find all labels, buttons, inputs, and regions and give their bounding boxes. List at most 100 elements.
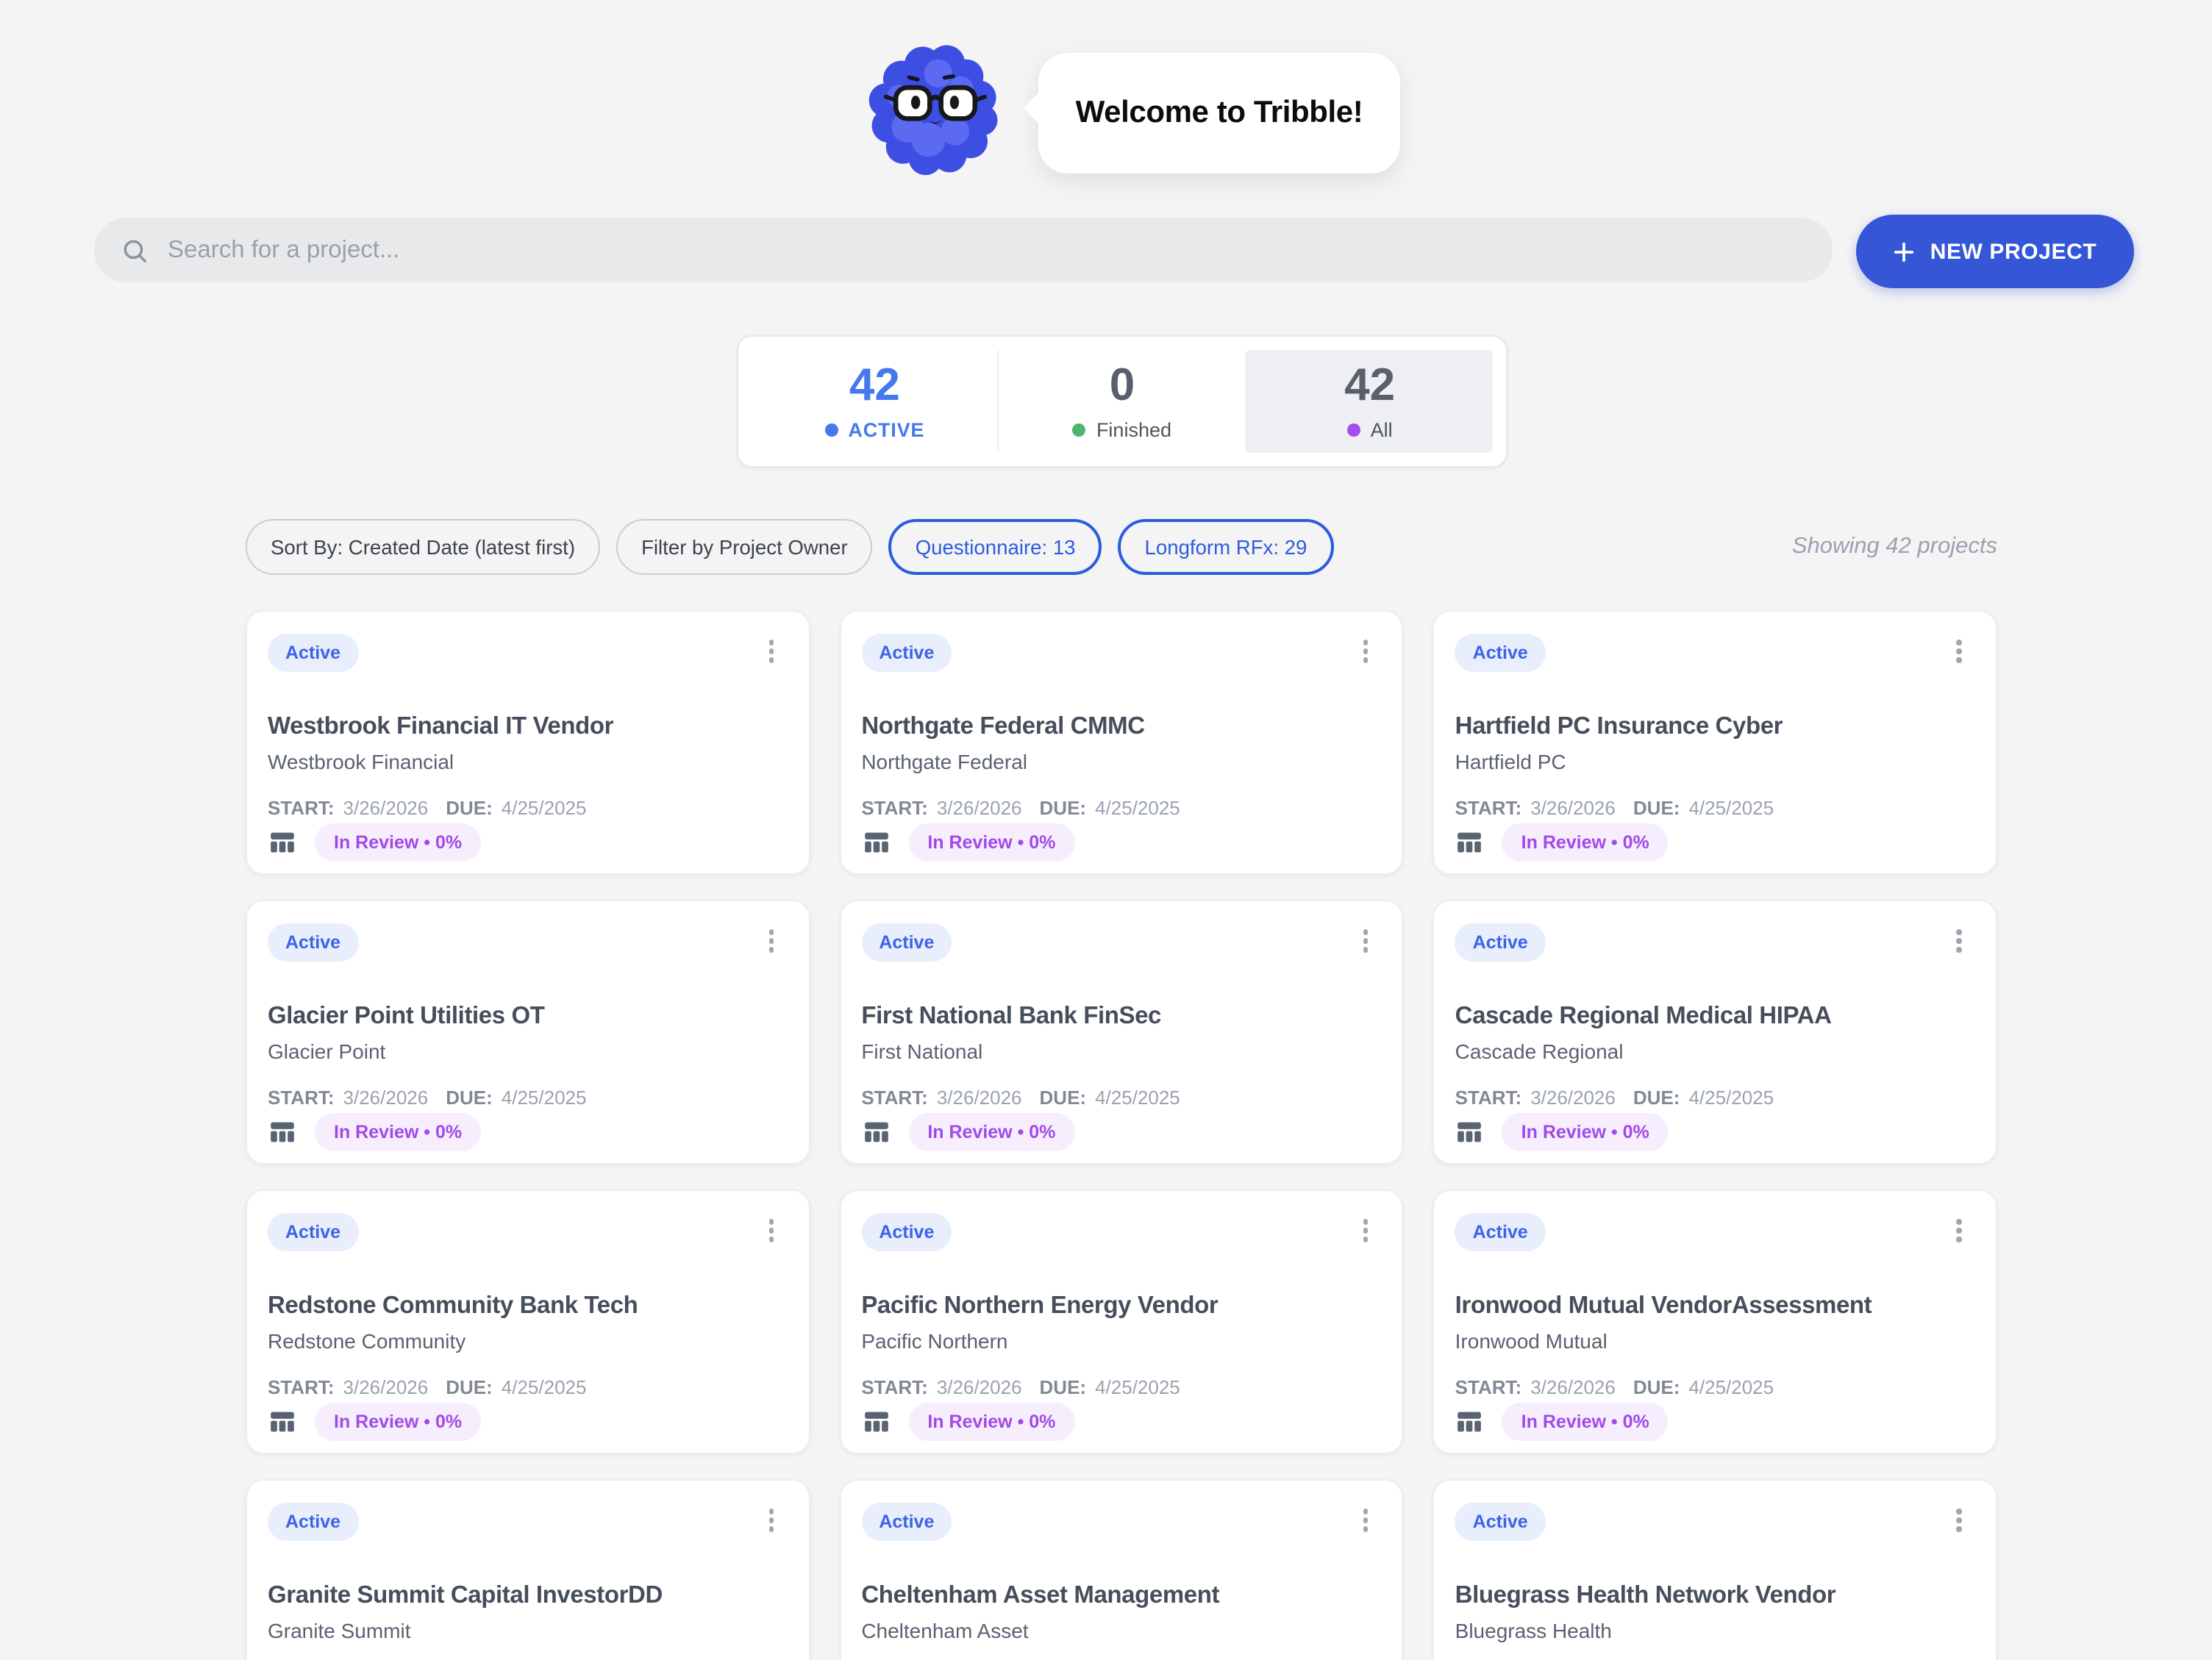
progress-badge: In Review • 0% <box>315 1113 481 1151</box>
table-icon <box>268 1407 297 1437</box>
table-icon <box>1455 1117 1485 1147</box>
project-dates: START: 3/26/2026 DUE: 4/25/2025 <box>861 1376 1381 1398</box>
start-value: 3/26/2026 <box>937 1087 1022 1109</box>
kebab-menu-icon[interactable] <box>1349 1213 1382 1248</box>
project-dates: START: 3/26/2026 DUE: 4/25/2025 <box>1455 1087 1975 1109</box>
card-header: Active <box>1455 634 1975 672</box>
start-value: 3/26/2026 <box>1530 1376 1616 1398</box>
card-header: Active <box>268 923 788 962</box>
project-title: First National Bank FinSec <box>861 1003 1381 1031</box>
stat-value: 0 <box>1110 362 1135 407</box>
project-card[interactable]: Active Cheltenham Asset Management Chelt… <box>839 1479 1403 1660</box>
project-company: Redstone Community <box>268 1329 788 1353</box>
kebab-menu-icon[interactable] <box>755 634 788 669</box>
progress-badge: In Review • 0% <box>908 1403 1074 1441</box>
project-dates: START: 3/26/2026 DUE: 4/25/2025 <box>1455 1376 1975 1398</box>
project-title: Northgate Federal CMMC <box>861 713 1381 741</box>
start-value: 3/26/2026 <box>1530 797 1616 819</box>
tribble-mascot <box>865 35 1006 179</box>
project-card[interactable]: Active Cascade Regional Medical HIPAA Ca… <box>1433 900 1997 1164</box>
status-badge: Active <box>861 1213 952 1251</box>
kebab-menu-icon[interactable] <box>755 1213 788 1248</box>
stat-label-text: All <box>1371 419 1393 441</box>
project-card[interactable]: Active Glacier Point Utilities OT Glacie… <box>246 900 810 1164</box>
status-badge: Active <box>1455 1503 1546 1541</box>
filter-chip[interactable]: Questionnaire: 13 <box>889 519 1102 575</box>
project-title: Granite Summit Capital InvestorDD <box>268 1582 788 1610</box>
search-icon <box>121 236 149 264</box>
kebab-menu-icon[interactable] <box>1943 1503 1975 1538</box>
due-value: 4/25/2025 <box>502 797 587 819</box>
project-title: Bluegrass Health Network Vendor <box>1455 1582 1975 1610</box>
project-card[interactable]: Active Ironwood Mutual VendorAssessment … <box>1433 1189 1997 1454</box>
due-label: DUE: <box>1040 1376 1087 1398</box>
card-header: Active <box>861 1503 1381 1541</box>
project-company: Glacier Point <box>268 1040 788 1063</box>
kebab-menu-icon[interactable] <box>755 923 788 959</box>
project-title: Redstone Community Bank Tech <box>268 1292 788 1320</box>
status-badge: Active <box>1455 1213 1546 1251</box>
project-card[interactable]: Active Redstone Community Bank Tech Reds… <box>246 1189 810 1454</box>
card-header: Active <box>268 1503 788 1541</box>
new-project-label: NEW PROJECT <box>1930 239 2097 264</box>
projects-dashboard: Welcome to Tribble! NEW PROJECT 42 ACTIV… <box>0 0 2212 1660</box>
stat-label: ACTIVE <box>824 419 924 441</box>
card-footer: In Review • 0% <box>1455 1113 1669 1151</box>
project-card[interactable]: Active First National Bank FinSec First … <box>839 900 1403 1164</box>
project-title: Cascade Regional Medical HIPAA <box>1455 1003 1975 1031</box>
project-company: Westbrook Financial <box>268 750 788 773</box>
kebab-menu-icon[interactable] <box>1943 634 1975 669</box>
search-bar[interactable] <box>94 218 1833 282</box>
project-title: Cheltenham Asset Management <box>861 1582 1381 1610</box>
table-icon <box>861 1407 891 1437</box>
bubble-tail <box>1024 93 1055 124</box>
due-value: 4/25/2025 <box>1095 797 1180 819</box>
filter-chip[interactable]: Filter by Project Owner <box>616 519 873 575</box>
project-card[interactable]: Active Granite Summit Capital InvestorDD… <box>246 1479 810 1660</box>
project-card[interactable]: Active Northgate Federal CMMC Northgate … <box>839 610 1403 875</box>
status-badge: Active <box>268 1213 358 1251</box>
progress-badge: In Review • 0% <box>1502 1403 1669 1441</box>
kebab-menu-icon[interactable] <box>1349 634 1382 669</box>
card-header: Active <box>268 634 788 672</box>
project-company: Northgate Federal <box>861 750 1381 773</box>
stat-tab[interactable]: 42 ACTIVE <box>752 350 998 453</box>
plus-icon <box>1894 240 1916 262</box>
project-company: Pacific Northern <box>861 1329 1381 1353</box>
project-company: Granite Summit <box>268 1619 788 1642</box>
due-value: 4/25/2025 <box>1095 1087 1180 1109</box>
table-icon <box>1455 828 1485 857</box>
filter-chip[interactable]: Longform RFx: 29 <box>1119 519 1334 575</box>
project-card[interactable]: Active Pacific Northern Energy Vendor Pa… <box>839 1189 1403 1454</box>
new-project-button[interactable]: NEW PROJECT <box>1856 215 2134 288</box>
card-footer: In Review • 0% <box>861 823 1074 862</box>
status-badge: Active <box>1455 634 1546 672</box>
stat-tab[interactable]: 0 Finished <box>998 350 1246 453</box>
project-card[interactable]: Active Bluegrass Health Network Vendor B… <box>1433 1479 1997 1660</box>
stat-value: 42 <box>1344 362 1395 407</box>
due-label: DUE: <box>446 1376 493 1398</box>
projects-grid: Active Westbrook Financial IT Vendor Wes… <box>246 610 1997 1660</box>
due-label: DUE: <box>1633 797 1680 819</box>
start-label: START: <box>268 797 335 819</box>
stat-label-text: Finished <box>1096 419 1171 441</box>
kebab-menu-icon[interactable] <box>1349 923 1382 959</box>
progress-badge: In Review • 0% <box>315 823 481 862</box>
start-value: 3/26/2026 <box>343 797 429 819</box>
project-card[interactable]: Active Hartfield PC Insurance Cyber Hart… <box>1433 610 1997 875</box>
kebab-menu-icon[interactable] <box>1349 1503 1382 1538</box>
project-company: Ironwood Mutual <box>1455 1329 1975 1353</box>
search-input[interactable] <box>168 236 1806 264</box>
kebab-menu-icon[interactable] <box>1943 923 1975 959</box>
stat-dot-icon <box>824 423 838 437</box>
kebab-menu-icon[interactable] <box>755 1503 788 1538</box>
start-label: START: <box>1455 1087 1522 1109</box>
kebab-menu-icon[interactable] <box>1943 1213 1975 1248</box>
status-badge: Active <box>861 923 952 962</box>
project-card[interactable]: Active Westbrook Financial IT Vendor Wes… <box>246 610 810 875</box>
filter-chip[interactable]: Sort By: Created Date (latest first) <box>246 519 600 575</box>
card-header: Active <box>1455 1503 1975 1541</box>
tribble-mascot-icon <box>865 35 1006 179</box>
project-dates: START: 3/26/2026 DUE: 4/25/2025 <box>268 1087 788 1109</box>
stat-tab[interactable]: 42 All <box>1245 350 1493 453</box>
